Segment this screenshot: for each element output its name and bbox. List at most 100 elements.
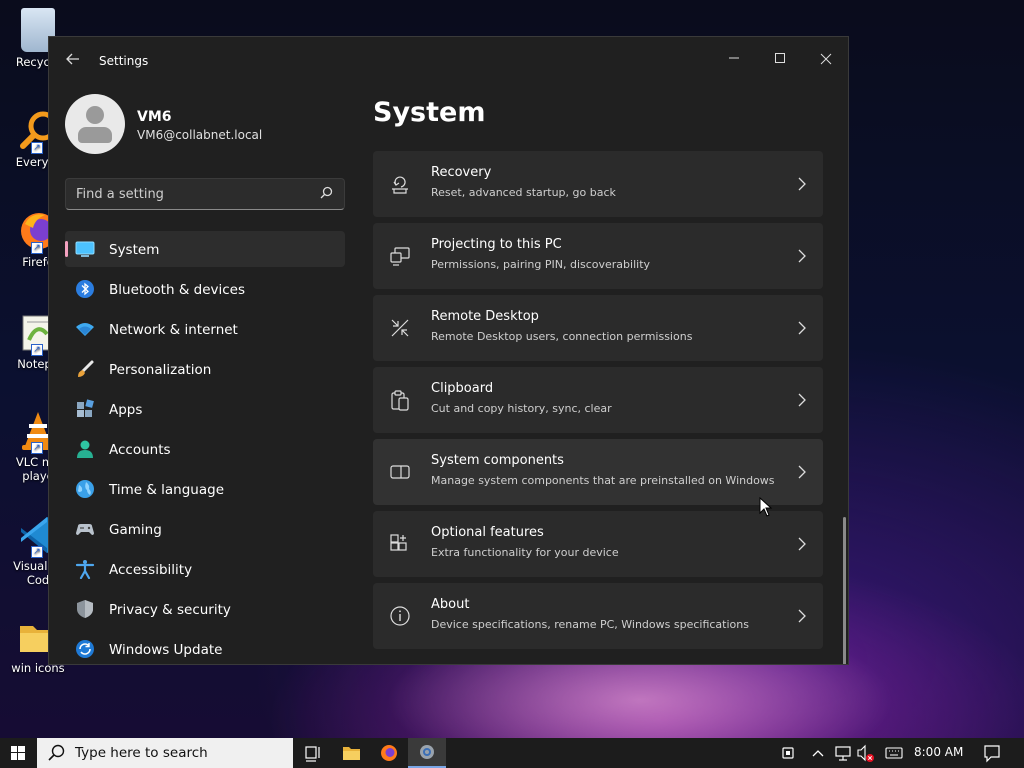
card-subtitle: Cut and copy history, sync, clear xyxy=(431,402,612,415)
card-title: Clipboard xyxy=(431,381,494,396)
sidebar-item-accounts[interactable]: Accounts xyxy=(65,431,345,467)
sidebar-item-system[interactable]: System xyxy=(65,231,345,267)
avatar[interactable] xyxy=(65,94,125,154)
notification-icon[interactable] xyxy=(982,738,1002,768)
update-icon xyxy=(76,640,94,658)
find-setting-box[interactable] xyxy=(65,178,345,210)
card-subtitle: Remote Desktop users, connection permiss… xyxy=(431,330,693,343)
card-system-components[interactable]: System components Manage system componen… xyxy=(373,439,823,505)
card-title: Projecting to this PC xyxy=(431,237,562,252)
card-about[interactable]: About Device specifications, rename PC, … xyxy=(373,583,823,649)
wifi-icon xyxy=(76,323,94,336)
close-button[interactable] xyxy=(803,45,848,75)
taskbar-search-placeholder: Type here to search xyxy=(75,745,208,761)
keyboard-icon[interactable] xyxy=(884,738,904,768)
app-title: Settings xyxy=(99,54,149,68)
find-setting-input[interactable] xyxy=(76,184,306,204)
taskbar: Type here to search 8:00 AM xyxy=(0,738,1024,768)
card-subtitle: Permissions, pairing PIN, discoverabilit… xyxy=(431,258,651,271)
card-recovery[interactable]: Recovery Reset, advanced startup, go bac… xyxy=(373,151,823,217)
brush-icon xyxy=(78,360,94,377)
sidebar-item-label: Accounts xyxy=(109,442,171,458)
recovery-icon xyxy=(392,176,408,194)
sidebar-item-time-language[interactable]: Time & language xyxy=(65,471,345,507)
info-icon xyxy=(390,606,410,626)
remote-desktop-icon xyxy=(391,319,409,337)
chevron-right-icon xyxy=(798,249,806,263)
user-email: VM6@collabnet.local xyxy=(137,128,263,142)
settings-content: Recovery Reset, advanced startup, go bac… xyxy=(373,141,825,664)
folder-icon xyxy=(343,747,360,760)
arrow-left-icon xyxy=(66,53,79,65)
sidebar-item-apps[interactable]: Apps xyxy=(65,391,345,427)
windows-logo-icon xyxy=(11,746,25,760)
sidebar-item-label: Network & internet xyxy=(109,322,238,338)
storage-icon[interactable] xyxy=(780,738,796,768)
firefox-icon xyxy=(381,745,397,761)
sidebar-item-label: Privacy & security xyxy=(109,602,231,618)
user-name: VM6 xyxy=(137,109,172,125)
chevron-right-icon xyxy=(798,609,806,623)
sidebar-item-label: Bluetooth & devices xyxy=(109,282,246,298)
sidebar-item-label: Personalization xyxy=(109,362,212,378)
taskbar-clock[interactable]: 8:00 AM xyxy=(914,745,963,759)
task-view-icon xyxy=(305,746,320,762)
back-button[interactable] xyxy=(63,51,83,71)
sidebar-item-label: Apps xyxy=(109,402,143,418)
sidebar-item-windows-update[interactable]: Windows Update xyxy=(65,631,345,664)
search-icon xyxy=(48,744,65,761)
sidebar-item-personalization[interactable]: Personalization xyxy=(65,351,345,387)
sidebar-item-gaming[interactable]: Gaming xyxy=(65,511,345,547)
card-title: Optional features xyxy=(431,525,544,540)
sidebar-item-label: Gaming xyxy=(109,522,162,538)
card-projecting[interactable]: Projecting to this PC Permissions, pairi… xyxy=(373,223,823,289)
card-optional-features[interactable]: Optional features Extra functionality fo… xyxy=(373,511,823,577)
card-subtitle: Manage system components that are preins… xyxy=(431,474,775,487)
avatar-body xyxy=(78,127,112,143)
card-remote-desktop[interactable]: Remote Desktop Remote Desktop users, con… xyxy=(373,295,823,361)
chevron-right-icon xyxy=(798,537,806,551)
apps-icon xyxy=(77,399,94,417)
settings-window: Settings VM6 VM6@collabnet.local System … xyxy=(48,36,849,665)
clipboard-icon xyxy=(391,390,409,411)
avatar-head xyxy=(86,106,104,124)
title-bar[interactable]: Settings xyxy=(49,37,848,85)
maximize-button[interactable] xyxy=(757,45,803,75)
gamepad-icon xyxy=(76,524,94,535)
sidebar-item-accessibility[interactable]: Accessibility xyxy=(65,551,345,587)
shield-icon xyxy=(77,600,93,618)
sidebar-item-network[interactable]: Network & internet xyxy=(65,311,345,347)
card-subtitle: Device specifications, rename PC, Window… xyxy=(431,618,749,631)
sidebar-item-privacy[interactable]: Privacy & security xyxy=(65,591,345,627)
person-icon xyxy=(77,440,93,458)
globe-icon xyxy=(76,480,94,498)
search-icon[interactable] xyxy=(320,186,334,200)
chevron-up-icon[interactable] xyxy=(810,738,826,768)
card-title: System components xyxy=(431,453,564,468)
sidebar-item-label: Accessibility xyxy=(109,562,193,578)
card-clipboard[interactable]: Clipboard Cut and copy history, sync, cl… xyxy=(373,367,823,433)
network-icon[interactable] xyxy=(834,738,852,768)
sidebar-item-bluetooth[interactable]: Bluetooth & devices xyxy=(65,271,345,307)
taskbar-settings[interactable] xyxy=(408,738,446,768)
maximize-icon xyxy=(775,53,785,63)
optional-features-icon xyxy=(390,534,407,551)
gear-icon xyxy=(420,745,434,759)
task-view-button[interactable] xyxy=(294,738,332,768)
minimize-button[interactable] xyxy=(711,45,757,75)
volume-muted-icon[interactable] xyxy=(856,738,876,768)
chevron-right-icon xyxy=(798,393,806,407)
card-subtitle: Extra functionality for your device xyxy=(431,546,619,559)
taskbar-firefox[interactable] xyxy=(370,738,408,768)
card-subtitle: Reset, advanced startup, go back xyxy=(431,186,616,199)
sidebar-item-label: Time & language xyxy=(109,482,225,498)
close-icon xyxy=(820,53,832,65)
content-scrollbar[interactable] xyxy=(843,517,846,664)
bluetooth-icon xyxy=(76,280,94,298)
taskbar-search[interactable]: Type here to search xyxy=(37,738,293,768)
sidebar-item-label: System xyxy=(109,242,160,258)
projector-icon xyxy=(390,247,410,266)
taskbar-file-explorer[interactable] xyxy=(332,738,370,768)
start-button[interactable] xyxy=(0,738,36,768)
sidebar-item-label: Windows Update xyxy=(109,642,223,658)
